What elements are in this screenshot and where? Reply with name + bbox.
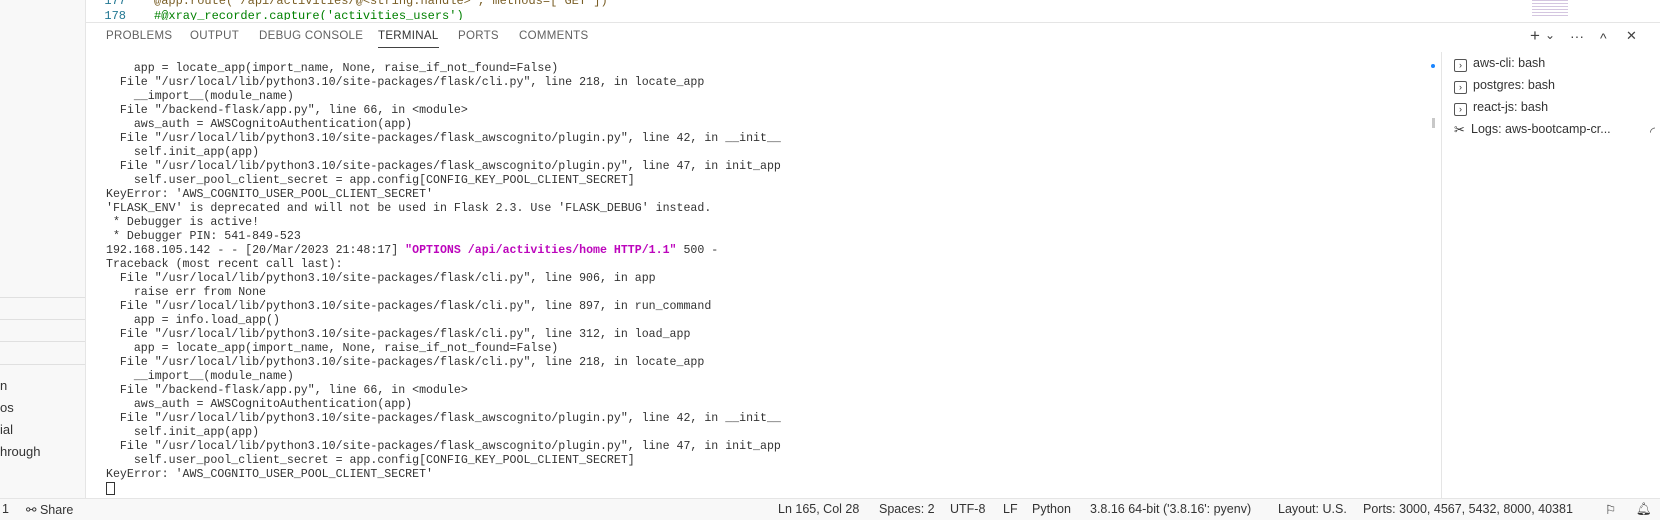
new-terminal-icon[interactable]: +: [1530, 26, 1540, 46]
keyboard-layout[interactable]: Layout: U.S.: [1278, 502, 1347, 516]
terminal-line: File "/backend-flask/app.py", line 66, i…: [106, 384, 468, 397]
request-prefix: 192.168.105.142 - - [20/Mar/2023 21:48:1…: [106, 244, 406, 257]
terminal-icon: ›: [1454, 81, 1467, 94]
terminal-icon: ›: [1454, 103, 1467, 116]
share-label: Share: [39, 503, 74, 517]
encoding[interactable]: UTF-8: [950, 502, 985, 516]
terminal-line: self.user_pool_client_secret = app.confi…: [106, 174, 635, 187]
line-number: 177: [104, 0, 126, 8]
share-button[interactable]: ⚯ Share: [26, 502, 73, 517]
terminal-label: Logs: aws-bootcamp-cr...: [1471, 122, 1611, 136]
status-count[interactable]: 1: [2, 502, 9, 516]
loading-spinner-icon: ◜: [1649, 124, 1655, 139]
divider: [0, 364, 85, 365]
terminal-indicator: [1431, 64, 1435, 68]
chevron-down-icon[interactable]: ⌄: [1545, 28, 1555, 42]
divider: [0, 341, 85, 342]
terminal-line: self.user_pool_client_secret = app.confi…: [106, 454, 635, 467]
terminal-line: Traceback (most recent call last):: [106, 258, 343, 271]
feedback-icon[interactable]: ⚐: [1605, 502, 1616, 517]
notifications-icon[interactable]: 🔔︎: [1636, 502, 1652, 517]
request-method-path: "OPTIONS /api/activities/home HTTP/1.1": [405, 244, 677, 257]
terminal-list: › aws-cli: bash › postgres: bash › react-js…: [1441, 52, 1660, 498]
terminal-line: aws_auth = AWSCognitoAuthentication(app): [106, 118, 413, 131]
terminal-line: File "/usr/local/lib/python3.10/site-pac…: [106, 356, 705, 369]
language-mode[interactable]: Python: [1032, 502, 1071, 516]
code-text: @app.route('/api/activities/@<string:han…: [154, 0, 608, 8]
python-interpreter[interactable]: 3.8.16 64-bit ('3.8.16': pyenv): [1090, 502, 1251, 516]
terminal-output[interactable]: app = locate_app(import_name, None, rais…: [106, 62, 1426, 498]
terminal-line: File "/usr/local/lib/python3.10/site-pac…: [106, 132, 781, 145]
terminal-prompt: [106, 482, 1426, 496]
sidebar-item[interactable]: n: [0, 378, 7, 393]
terminal-list-item[interactable]: › react-js: bash: [1454, 100, 1548, 116]
terminal-line: KeyError: 'AWS_COGNITO_USER_POOL_CLIENT_…: [106, 468, 433, 481]
terminal-list-item[interactable]: › aws-cli: bash: [1454, 56, 1545, 72]
cursor-position[interactable]: Ln 165, Col 28: [778, 502, 859, 516]
terminal-line: File "/usr/local/lib/python3.10/site-pac…: [106, 76, 705, 89]
tab-debug-console[interactable]: DEBUG CONSOLE: [259, 30, 363, 47]
more-actions-icon[interactable]: ···: [1570, 28, 1584, 44]
divider: [0, 319, 85, 320]
terminal-line: app = locate_app(import_name, None, rais…: [106, 62, 559, 75]
terminal-line: File "/usr/local/lib/python3.10/site-pac…: [106, 160, 781, 173]
terminal-line: KeyError: 'AWS_COGNITO_USER_POOL_CLIENT_…: [106, 188, 433, 201]
panel-tab-bar: PROBLEMS OUTPUT DEBUG CONSOLE TERMINAL P…: [86, 22, 1660, 53]
editor-line[interactable]: 177 @app.route('/api/activities/@<string:…: [86, 0, 608, 8]
terminal-request-line: 192.168.105.142 - - [20/Mar/2023 21:48:1…: [106, 244, 1426, 258]
code-text: #@xray_recorder.capture('activities_user…: [154, 9, 464, 20]
terminal-line: 'FLASK_ENV' is deprecated and will not b…: [106, 202, 712, 215]
sidebar-item[interactable]: ial: [0, 422, 13, 437]
tab-problems[interactable]: PROBLEMS: [106, 30, 172, 47]
terminal-line: raise err from None: [106, 286, 267, 299]
terminal-line: __import__(module_name): [106, 90, 294, 103]
terminal-scrollbar[interactable]: [1432, 118, 1435, 128]
tab-comments[interactable]: COMMENTS: [519, 30, 588, 47]
forwarded-ports[interactable]: Ports: 3000, 4567, 5432, 8000, 40381: [1363, 502, 1573, 516]
panel-actions: + ⌄ ··· ^ ✕: [1530, 26, 1650, 48]
terminal-line: app = locate_app(import_name, None, rais…: [106, 342, 559, 355]
sidebar-item[interactable]: os: [0, 400, 14, 415]
editor-area[interactable]: 177 @app.route('/api/activities/@<string:…: [86, 0, 1660, 20]
divider: [0, 297, 85, 298]
terminal-label: postgres: bash: [1473, 78, 1555, 92]
terminal-line: File "/usr/local/lib/python3.10/site-pac…: [106, 440, 781, 453]
maximize-panel-icon[interactable]: ^: [1600, 30, 1607, 46]
terminal-line: File "/backend-flask/app.py", line 66, i…: [106, 104, 468, 117]
terminal-line: File "/usr/local/lib/python3.10/site-pac…: [106, 300, 712, 313]
tab-terminal[interactable]: TERMINAL: [378, 30, 439, 48]
terminal-list-item[interactable]: ✂ Logs: aws-bootcamp-cr...: [1454, 122, 1611, 136]
terminal-line: self.init_app(app): [106, 146, 260, 159]
line-number: 178: [104, 9, 126, 20]
request-status: 500 -: [676, 244, 719, 257]
close-panel-icon[interactable]: ✕: [1626, 28, 1637, 44]
minimap[interactable]: [1532, 0, 1568, 16]
end-of-line[interactable]: LF: [1003, 502, 1018, 516]
terminal-line: File "/usr/local/lib/python3.10/site-pac…: [106, 412, 781, 425]
indentation[interactable]: Spaces: 2: [879, 502, 935, 516]
share-icon: ⚯: [26, 503, 40, 517]
tab-output[interactable]: OUTPUT: [190, 30, 239, 47]
tab-ports[interactable]: PORTS: [458, 30, 499, 47]
sidebar: n os ial hrough: [0, 0, 86, 498]
terminal-line: aws_auth = AWSCognitoAuthentication(app): [106, 398, 413, 411]
status-bar: 1 ⚯ Share Ln 165, Col 28 Spaces: 2 UTF-8…: [0, 498, 1660, 520]
terminal-line: * Debugger is active!: [106, 216, 260, 229]
terminal-line: File "/usr/local/lib/python3.10/site-pac…: [106, 272, 656, 285]
editor-line[interactable]: 178 #@xray_recorder.capture('activities_u…: [86, 9, 464, 20]
terminal-line: __import__(module_name): [106, 370, 294, 383]
terminal-icon: ›: [1454, 59, 1467, 72]
terminal-label: react-js: bash: [1473, 100, 1549, 114]
terminal-line: app = info.load_app(): [106, 314, 280, 327]
tools-icon: ✂: [1454, 122, 1465, 137]
terminal-label: aws-cli: bash: [1473, 56, 1546, 70]
terminal-cursor[interactable]: [106, 482, 115, 495]
terminal-line: File "/usr/local/lib/python3.10/site-pac…: [106, 328, 691, 341]
terminal-line: self.init_app(app): [106, 426, 260, 439]
terminal-list-item[interactable]: › postgres: bash: [1454, 78, 1555, 94]
terminal-line: * Debugger PIN: 541-849-523: [106, 230, 301, 243]
sidebar-item[interactable]: hrough: [0, 444, 40, 459]
